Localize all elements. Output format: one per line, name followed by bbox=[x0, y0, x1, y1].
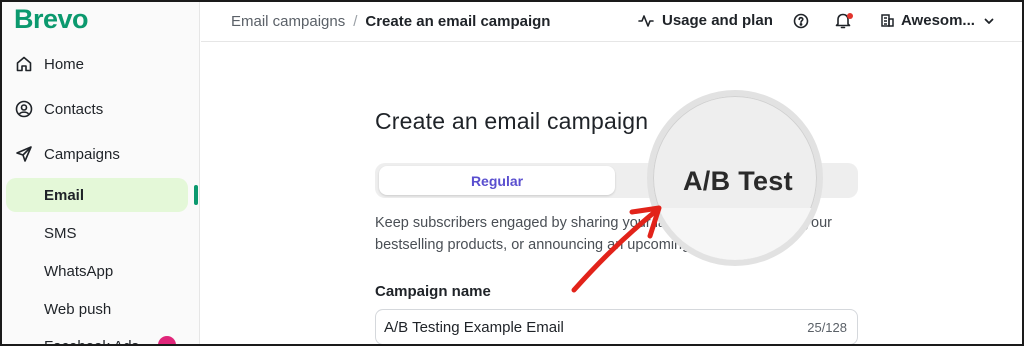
campaign-name-input[interactable]: A/B Testing Example Email 25/128 bbox=[375, 309, 858, 344]
sidebar-subitem-label: WhatsApp bbox=[44, 262, 114, 280]
sidebar-item-label: Campaigns bbox=[44, 145, 120, 163]
character-counter: 25/128 bbox=[807, 320, 847, 335]
active-indicator bbox=[194, 185, 198, 205]
account-name: Awesom... bbox=[901, 12, 975, 29]
usage-and-plan-button[interactable]: Usage and plan bbox=[638, 12, 773, 29]
magnifier-callout: A/B Test bbox=[647, 90, 823, 266]
sidebar-subitem-label: SMS bbox=[44, 224, 77, 242]
brevo-logo[interactable]: Brevo bbox=[14, 4, 89, 35]
contacts-icon bbox=[14, 99, 34, 119]
sidebar-item-label: Contacts bbox=[44, 100, 104, 118]
sidebar-subitem-whatsapp[interactable]: WhatsApp bbox=[6, 254, 188, 288]
sidebar-item-home[interactable]: Home bbox=[14, 49, 84, 79]
notifications-bell-icon[interactable] bbox=[835, 12, 853, 34]
campaign-name-label: Campaign name bbox=[375, 283, 491, 300]
send-icon bbox=[14, 144, 34, 164]
usage-label: Usage and plan bbox=[662, 12, 773, 29]
activity-icon bbox=[638, 13, 654, 29]
red-arrow-annotation bbox=[571, 205, 662, 293]
breadcrumb: Email campaigns / Create an email campaign bbox=[231, 13, 550, 30]
notification-dot bbox=[847, 13, 853, 19]
magnifier-lower-area bbox=[653, 208, 817, 260]
sidebar-item-campaigns[interactable]: Campaigns bbox=[14, 139, 120, 169]
top-bar: Email campaigns / Create an email campaign… bbox=[201, 2, 1022, 42]
sidebar-subitem-label: Facebook Ads bbox=[44, 337, 140, 346]
sidebar-subitem-label: Email bbox=[44, 186, 85, 204]
help-icon[interactable] bbox=[793, 13, 809, 34]
sidebar-item-contacts[interactable]: Contacts bbox=[14, 94, 103, 124]
sidebar-item-label: Home bbox=[44, 55, 85, 73]
page-title: Create an email campaign bbox=[375, 108, 649, 134]
sidebar-subitem-sms[interactable]: SMS bbox=[6, 216, 188, 250]
tab-regular[interactable]: Regular bbox=[379, 166, 615, 195]
sidebar: Brevo Home Contacts Campaigns Email SMS bbox=[2, 2, 200, 346]
chevron-down-icon bbox=[983, 15, 995, 27]
sidebar-subitem-label: Web push bbox=[44, 300, 112, 318]
building-icon bbox=[880, 13, 895, 28]
sidebar-subitem-web-push[interactable]: Web push bbox=[6, 292, 188, 326]
screenshot-frame: Brevo Home Contacts Campaigns Email SMS bbox=[0, 0, 1024, 346]
breadcrumb-current: Create an email campaign bbox=[365, 13, 551, 30]
home-icon bbox=[14, 54, 34, 74]
campaign-name-value: A/B Testing Example Email bbox=[384, 319, 564, 336]
tab-ab-test[interactable]: A/B Test bbox=[683, 166, 793, 197]
breadcrumb-separator: / bbox=[353, 13, 358, 30]
breadcrumb-parent-link[interactable]: Email campaigns bbox=[231, 13, 345, 30]
account-menu-button[interactable]: Awesom... bbox=[880, 12, 995, 29]
sidebar-subitem-email[interactable]: Email bbox=[6, 178, 188, 212]
